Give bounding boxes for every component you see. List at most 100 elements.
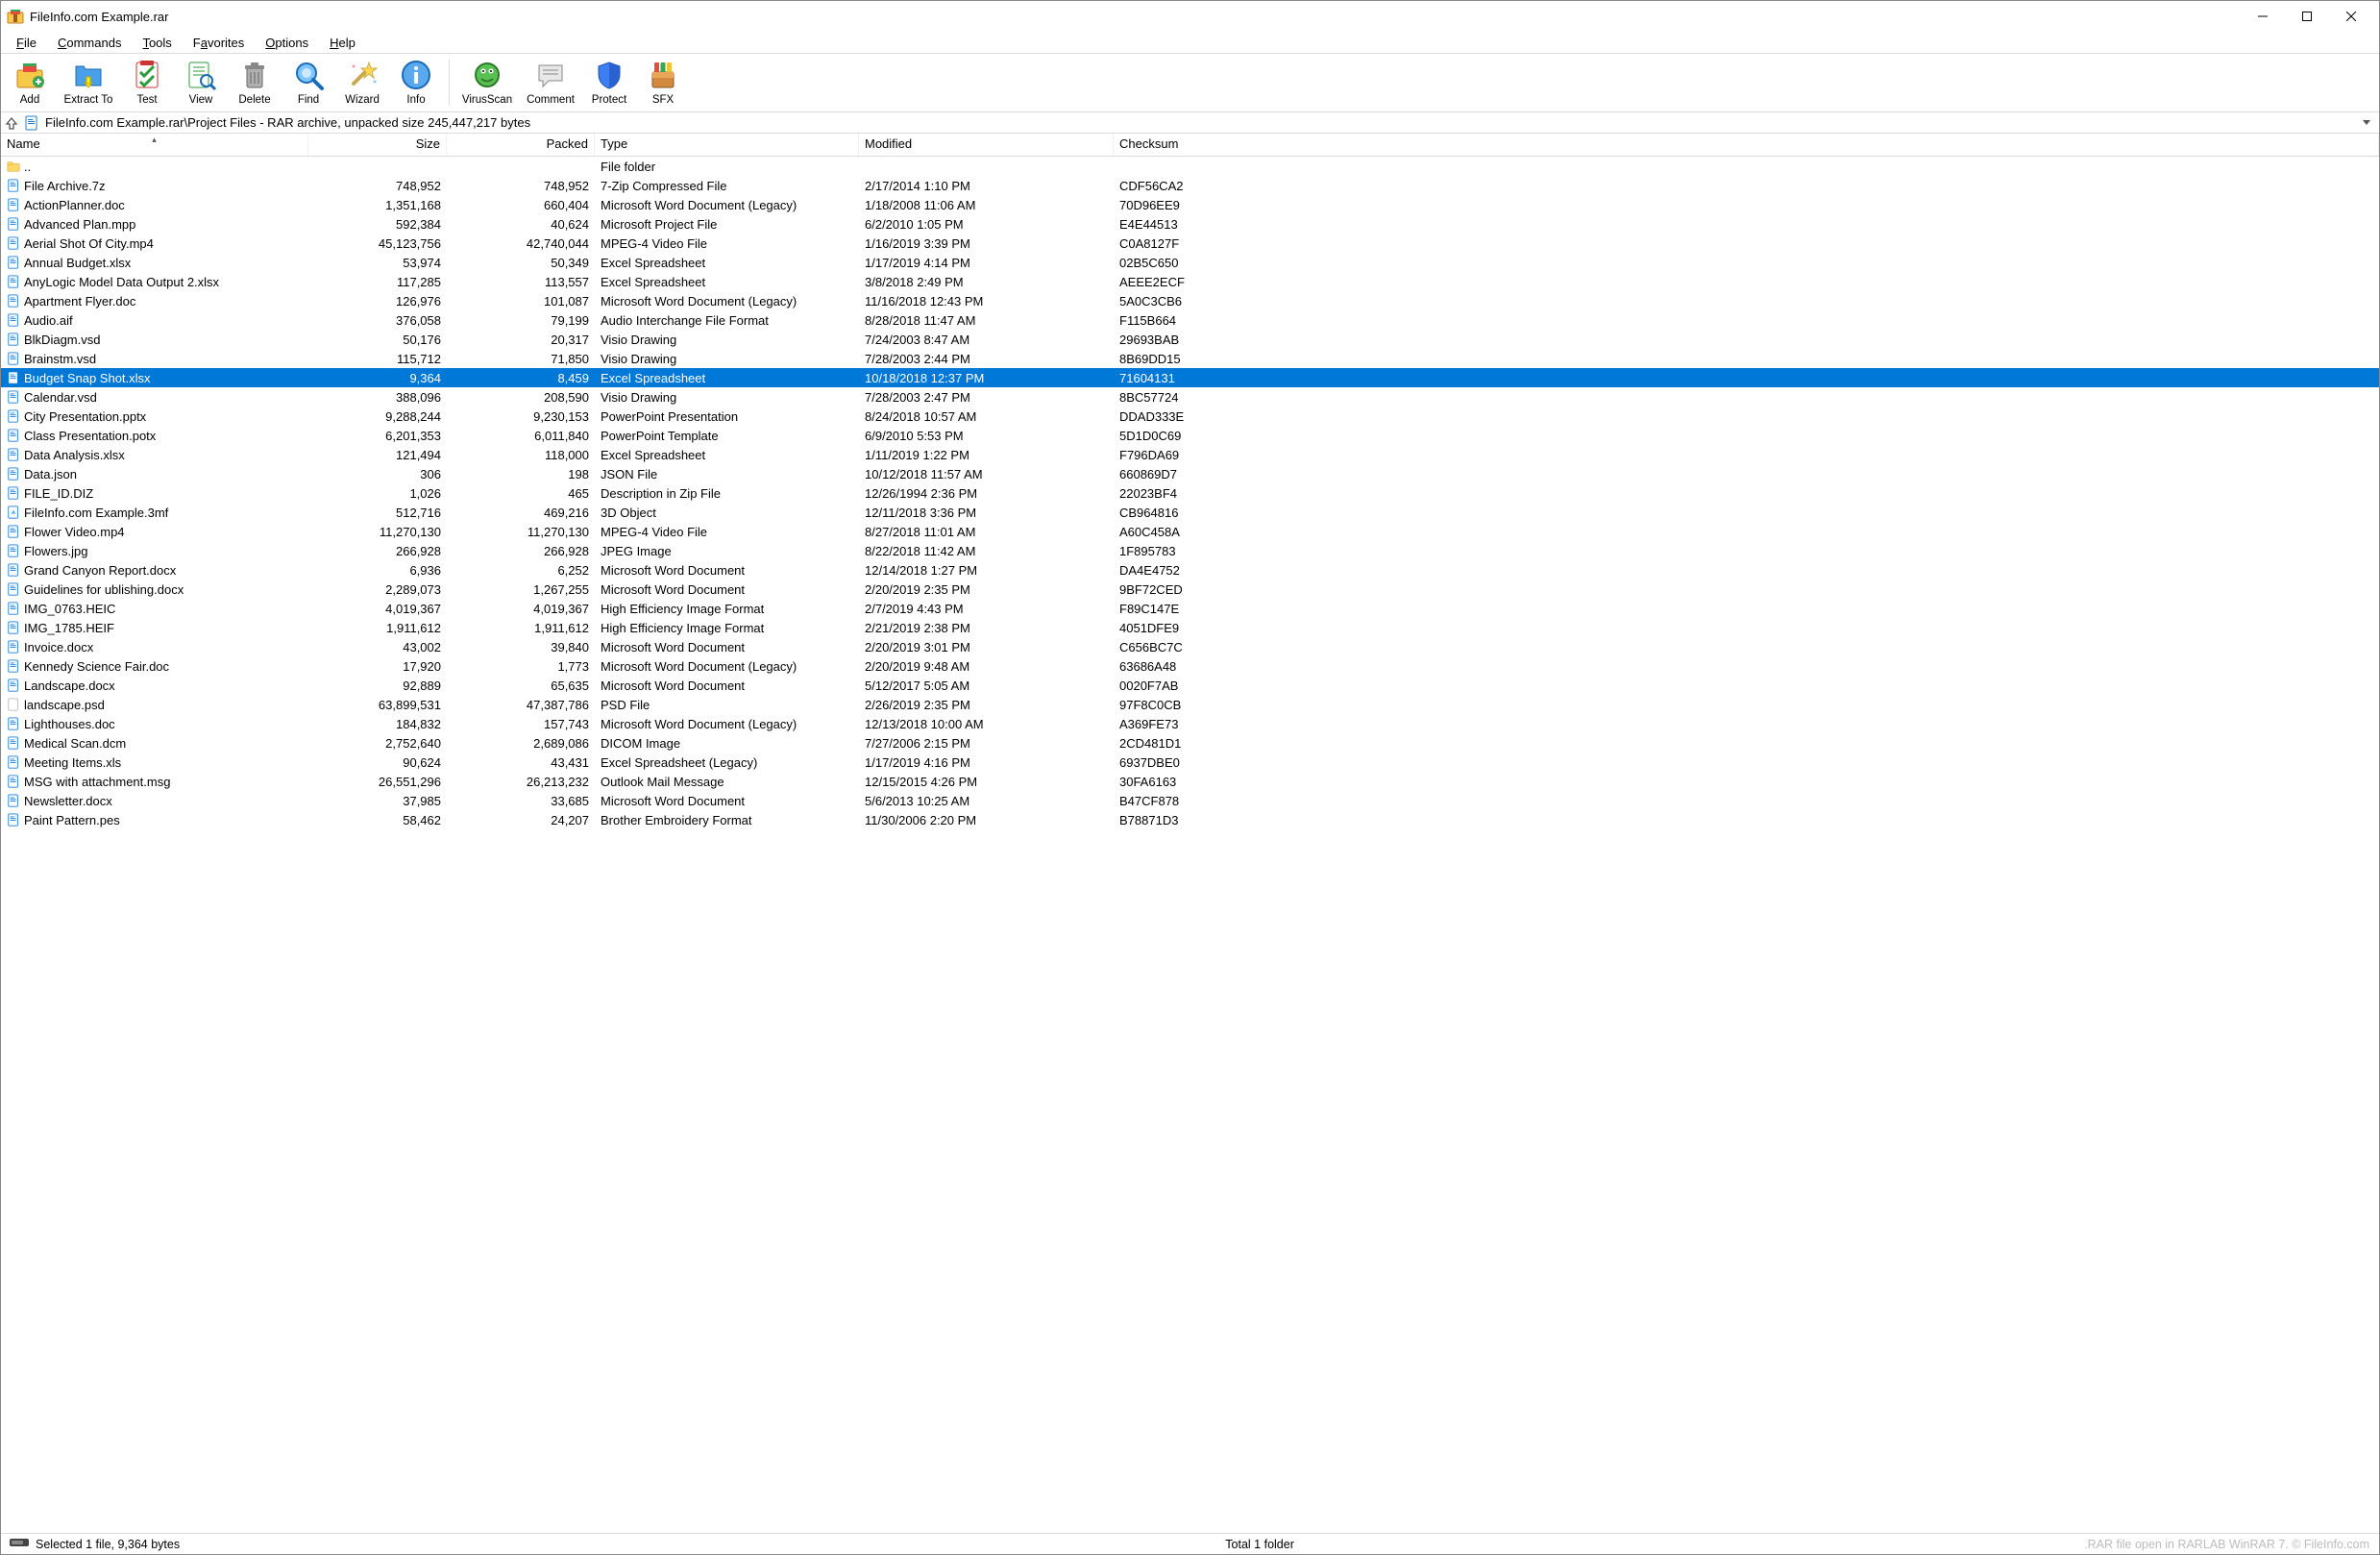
menu-commands[interactable]: Commands [48, 34, 131, 52]
close-button[interactable] [2329, 1, 2373, 32]
file-row[interactable]: Kennedy Science Fair.doc17,9201,773Micro… [1, 656, 2379, 676]
file-name: .. [24, 160, 31, 174]
sfx-button[interactable]: SFX [638, 56, 688, 108]
file-row[interactable]: Annual Budget.xlsx53,97450,349Excel Spre… [1, 253, 2379, 272]
file-row[interactable]: landscape.psd63,899,53147,387,786PSD Fil… [1, 695, 2379, 714]
info-button[interactable]: Info [391, 56, 441, 108]
file-row[interactable]: MSG with attachment.msg26,551,29626,213,… [1, 772, 2379, 791]
comment-button[interactable]: Comment [521, 56, 580, 108]
menu-file[interactable]: File [7, 34, 46, 52]
file-row[interactable]: Audio.aif376,05879,199Audio Interchange … [1, 310, 2379, 330]
file-row[interactable]: AnyLogic Model Data Output 2.xlsx117,285… [1, 272, 2379, 291]
minimize-button[interactable] [2241, 1, 2285, 32]
file-row[interactable]: Aerial Shot Of City.mp445,123,75642,740,… [1, 234, 2379, 253]
file-packed: 47,387,786 [447, 698, 595, 712]
file-list[interactable]: ..File folderFile Archive.7z748,952748,9… [1, 157, 2379, 1533]
file-modified: 10/18/2018 12:37 PM [859, 371, 1114, 385]
file-row[interactable]: Data.json306198JSON File10/12/2018 11:57… [1, 464, 2379, 483]
file-row[interactable]: Class Presentation.potx6,201,3536,011,84… [1, 426, 2379, 445]
file-modified: 1/17/2019 4:16 PM [859, 755, 1114, 770]
wizard-button[interactable]: Wizard [337, 56, 387, 108]
file-size: 43,002 [308, 640, 447, 654]
file-row[interactable]: Budget Snap Shot.xlsx9,3648,459Excel Spr… [1, 368, 2379, 387]
file-row[interactable]: Landscape.docx92,88965,635Microsoft Word… [1, 676, 2379, 695]
file-row[interactable]: Brainstm.vsd115,71271,850Visio Drawing7/… [1, 349, 2379, 368]
column-header-size[interactable]: Size [308, 134, 447, 156]
file-size: 9,288,244 [308, 409, 447, 424]
file-name: Flower Video.mp4 [24, 525, 125, 539]
file-type: Microsoft Word Document [595, 582, 859, 597]
file-modified: 10/12/2018 11:57 AM [859, 467, 1114, 481]
add-button[interactable]: Add [5, 56, 55, 108]
file-checksum: 8B69DD15 [1114, 352, 2379, 366]
protect-label: Protect [592, 94, 626, 106]
file-packed: 208,590 [447, 390, 595, 405]
file-modified: 6/9/2010 5:53 PM [859, 429, 1114, 443]
parent-folder-row[interactable]: ..File folder [1, 157, 2379, 176]
file-name: Meeting Items.xls [24, 755, 121, 770]
protect-button[interactable]: Protect [584, 56, 634, 108]
file-row[interactable]: Advanced Plan.mpp592,38440,624Microsoft … [1, 214, 2379, 234]
file-icon [7, 352, 20, 365]
address-path[interactable]: FileInfo.com Example.rar\Project Files -… [45, 115, 2352, 130]
test-button[interactable]: Test [122, 56, 172, 108]
file-icon [7, 429, 20, 442]
file-icon [7, 717, 20, 730]
file-icon [7, 659, 20, 673]
file-checksum: 6937DBE0 [1114, 755, 2379, 770]
file-icon [7, 275, 20, 288]
menu-options[interactable]: Options [256, 34, 318, 52]
up-one-level-button[interactable] [5, 116, 18, 130]
file-row[interactable]: Grand Canyon Report.docx6,9366,252Micros… [1, 560, 2379, 580]
file-type: Microsoft Word Document (Legacy) [595, 198, 859, 212]
file-modified: 2/20/2019 2:35 PM [859, 582, 1114, 597]
file-row[interactable]: BlkDiagm.vsd50,17620,317Visio Drawing7/2… [1, 330, 2379, 349]
file-row[interactable]: Apartment Flyer.doc126,976101,087Microso… [1, 291, 2379, 310]
file-row[interactable]: Lighthouses.doc184,832157,743Microsoft W… [1, 714, 2379, 733]
file-checksum: C656BC7C [1114, 640, 2379, 654]
find-button[interactable]: Find [283, 56, 333, 108]
extract-button[interactable]: Extract To [59, 56, 118, 108]
column-header-name[interactable]: Name▴ [1, 134, 308, 156]
file-modified: 5/12/2017 5:05 AM [859, 679, 1114, 693]
file-row[interactable]: Invoice.docx43,00239,840Microsoft Word D… [1, 637, 2379, 656]
file-size: 266,928 [308, 544, 447, 558]
file-row[interactable]: FileInfo.com Example.3mf512,716469,2163D… [1, 503, 2379, 522]
file-row[interactable]: IMG_1785.HEIF1,911,6121,911,612High Effi… [1, 618, 2379, 637]
view-button[interactable]: View [176, 56, 226, 108]
file-row[interactable]: FILE_ID.DIZ1,026465Description in Zip Fi… [1, 483, 2379, 503]
file-size: 184,832 [308, 717, 447, 731]
column-header-packed[interactable]: Packed [447, 134, 595, 156]
file-row[interactable]: File Archive.7z748,952748,9527-Zip Compr… [1, 176, 2379, 195]
file-row[interactable]: Data Analysis.xlsx121,494118,000Excel Sp… [1, 445, 2379, 464]
address-dropdown-button[interactable] [2358, 115, 2375, 130]
menu-favorites[interactable]: Favorites [184, 34, 254, 52]
protect-icon [592, 58, 626, 92]
maximize-button[interactable] [2285, 1, 2329, 32]
file-row[interactable]: Flowers.jpg266,928266,928JPEG Image8/22/… [1, 541, 2379, 560]
file-row[interactable]: Paint Pattern.pes58,46224,207Brother Emb… [1, 810, 2379, 829]
file-row[interactable]: IMG_0763.HEIC4,019,3674,019,367High Effi… [1, 599, 2379, 618]
file-row[interactable]: Guidelines for ublishing.docx2,289,0731,… [1, 580, 2379, 599]
file-row[interactable]: ActionPlanner.doc1,351,168660,404Microso… [1, 195, 2379, 214]
file-size: 2,289,073 [308, 582, 447, 597]
wizard-label: Wizard [345, 94, 380, 106]
column-header-type[interactable]: Type [595, 134, 859, 156]
file-name: FileInfo.com Example.3mf [24, 506, 168, 520]
file-size: 376,058 [308, 313, 447, 328]
file-type: High Efficiency Image Format [595, 602, 859, 616]
menu-tools[interactable]: Tools [133, 34, 181, 52]
file-row[interactable]: City Presentation.pptx9,288,2449,230,153… [1, 407, 2379, 426]
file-row[interactable]: Newsletter.docx37,98533,685Microsoft Wor… [1, 791, 2379, 810]
file-row[interactable]: Medical Scan.dcm2,752,6402,689,086DICOM … [1, 733, 2379, 753]
file-packed: 1,773 [447, 659, 595, 674]
file-row[interactable]: Flower Video.mp411,270,13011,270,130MPEG… [1, 522, 2379, 541]
file-type: Audio Interchange File Format [595, 313, 859, 328]
file-row[interactable]: Meeting Items.xls90,62443,431Excel Sprea… [1, 753, 2379, 772]
menu-help[interactable]: Help [320, 34, 365, 52]
column-header-modified[interactable]: Modified [859, 134, 1114, 156]
file-row[interactable]: Calendar.vsd388,096208,590Visio Drawing7… [1, 387, 2379, 407]
virusscan-button[interactable]: VirusScan [457, 56, 517, 108]
delete-button[interactable]: Delete [230, 56, 280, 108]
column-header-checksum[interactable]: Checksum [1114, 134, 2379, 156]
